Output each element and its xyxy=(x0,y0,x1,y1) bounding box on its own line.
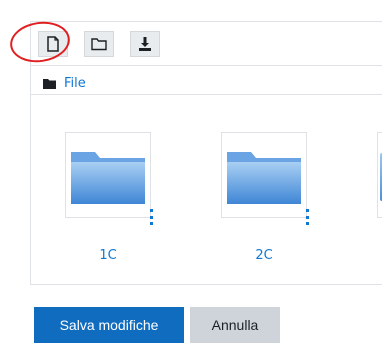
folder-icon xyxy=(227,152,301,204)
save-button[interactable]: Salva modifiche xyxy=(34,307,184,343)
file-icon xyxy=(47,36,59,52)
folder-thumbnail xyxy=(221,132,307,218)
breadcrumb-file-link[interactable]: File xyxy=(64,76,86,91)
folder-thumbnail xyxy=(65,132,151,218)
download-all-button[interactable] xyxy=(130,31,160,57)
file-item-partial[interactable] xyxy=(377,132,382,218)
file-manager-toolbar xyxy=(31,22,382,66)
breadcrumb: File xyxy=(43,74,86,92)
download-icon xyxy=(139,37,151,51)
file-options-icon[interactable] xyxy=(306,209,310,225)
files-grid: 1C 2C xyxy=(31,94,382,285)
file-item-2c[interactable]: 2C xyxy=(221,132,311,282)
add-file-button[interactable] xyxy=(38,31,68,57)
file-manager: File 1C 2C xyxy=(30,21,382,285)
create-folder-button[interactable] xyxy=(84,31,114,57)
file-name[interactable]: 2C xyxy=(221,248,307,263)
file-options-icon[interactable] xyxy=(150,209,154,225)
file-item-1c[interactable]: 1C xyxy=(65,132,155,282)
folder-icon xyxy=(71,152,145,204)
folder-solid-icon xyxy=(43,78,56,89)
folder-icon xyxy=(91,38,107,51)
file-name[interactable]: 1C xyxy=(65,248,151,263)
cancel-button[interactable]: Annulla xyxy=(190,307,280,343)
